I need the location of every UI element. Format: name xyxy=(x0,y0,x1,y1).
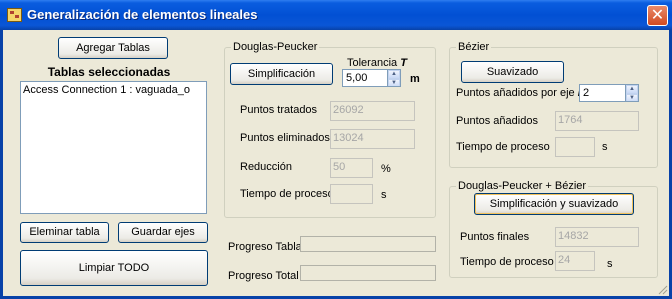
selected-tables-label: Tablas seleccionadas xyxy=(47,65,171,79)
tolerance-input[interactable]: 5,00 ▲ ▼ xyxy=(342,69,401,87)
save-axes-button[interactable]: Guardar ejes xyxy=(118,222,208,243)
points-per-axis-label: Puntos añadidos por eje k xyxy=(456,87,584,99)
add-tables-button[interactable]: Agregar Tablas xyxy=(58,37,168,59)
tolerance-unit: m xyxy=(410,73,420,85)
tables-listbox[interactable]: Access Connection 1 : vaguada_o xyxy=(20,81,207,214)
dp-time-label: Tiempo de proceso xyxy=(240,188,334,200)
bezier-time-unit: s xyxy=(602,141,608,153)
added-points-label: Puntos añadidos xyxy=(456,115,538,127)
table-progress-label: Progreso Tabla xyxy=(228,241,302,253)
spin-down-icon[interactable]: ▼ xyxy=(388,79,400,86)
total-progress-label: Progreso Total xyxy=(228,270,299,282)
added-points-field: 1764 xyxy=(555,111,639,131)
bezier-time-label: Tiempo de proceso xyxy=(456,141,550,153)
reduction-unit: % xyxy=(381,163,391,175)
treated-points-field: 26092 xyxy=(330,101,415,121)
final-points-label: Puntos finales xyxy=(460,231,530,243)
tolerance-symbol: T xyxy=(400,57,407,69)
removed-points-field: 13024 xyxy=(330,129,415,149)
final-points-field: 14832 xyxy=(555,227,639,247)
title-bar[interactable]: Generalización de elementos lineales ✕ xyxy=(0,0,672,30)
reduction-field: 50 xyxy=(330,158,373,178)
close-icon[interactable]: ✕ xyxy=(647,5,668,26)
simplify-and-smooth-button[interactable]: Simplificación y suavizado xyxy=(474,193,634,215)
dp-time-field xyxy=(330,184,373,204)
window-title: Generalización de elementos lineales xyxy=(27,7,258,22)
combined-title: Douglas-Peucker + Bézier xyxy=(456,180,589,192)
tolerance-value: 5,00 xyxy=(346,72,368,84)
douglas-peucker-title: Douglas-Peucker xyxy=(231,41,320,53)
smoothing-button[interactable]: Suavizado xyxy=(461,61,564,83)
total-progress-bar xyxy=(300,265,436,281)
points-per-axis-input[interactable]: 2 ▲ ▼ xyxy=(579,84,639,102)
app-icon xyxy=(7,8,22,22)
remove-table-button[interactable]: Eleminar tabla xyxy=(20,222,109,243)
points-per-axis-spinner[interactable]: ▲ ▼ xyxy=(625,85,638,101)
combined-time-field: 24 xyxy=(555,251,595,271)
spin-down-icon[interactable]: ▼ xyxy=(626,94,638,101)
removed-points-label: Puntos eliminados xyxy=(240,132,330,144)
reduction-label: Reducción xyxy=(240,161,292,173)
list-item[interactable]: Access Connection 1 : vaguada_o xyxy=(23,84,190,96)
tolerance-spinner[interactable]: ▲ ▼ xyxy=(387,70,400,86)
combined-time-unit: s xyxy=(607,258,613,270)
clear-all-button[interactable]: Limpiar TODO xyxy=(20,250,208,286)
table-progress-bar xyxy=(300,236,436,252)
spin-up-icon[interactable]: ▲ xyxy=(626,85,638,94)
resize-grip-icon[interactable] xyxy=(658,285,668,295)
dp-time-unit: s xyxy=(381,189,387,201)
bezier-title: Bézier xyxy=(456,41,492,53)
points-per-axis-value: 2 xyxy=(583,87,590,99)
simplification-button[interactable]: Simplificación xyxy=(230,63,333,85)
treated-points-label: Puntos tratados xyxy=(240,104,318,116)
combined-time-label: Tiempo de proceso xyxy=(460,256,554,268)
tolerance-label: Tolerancia T xyxy=(347,57,407,69)
spin-up-icon[interactable]: ▲ xyxy=(388,70,400,79)
bezier-time-field xyxy=(555,137,595,157)
